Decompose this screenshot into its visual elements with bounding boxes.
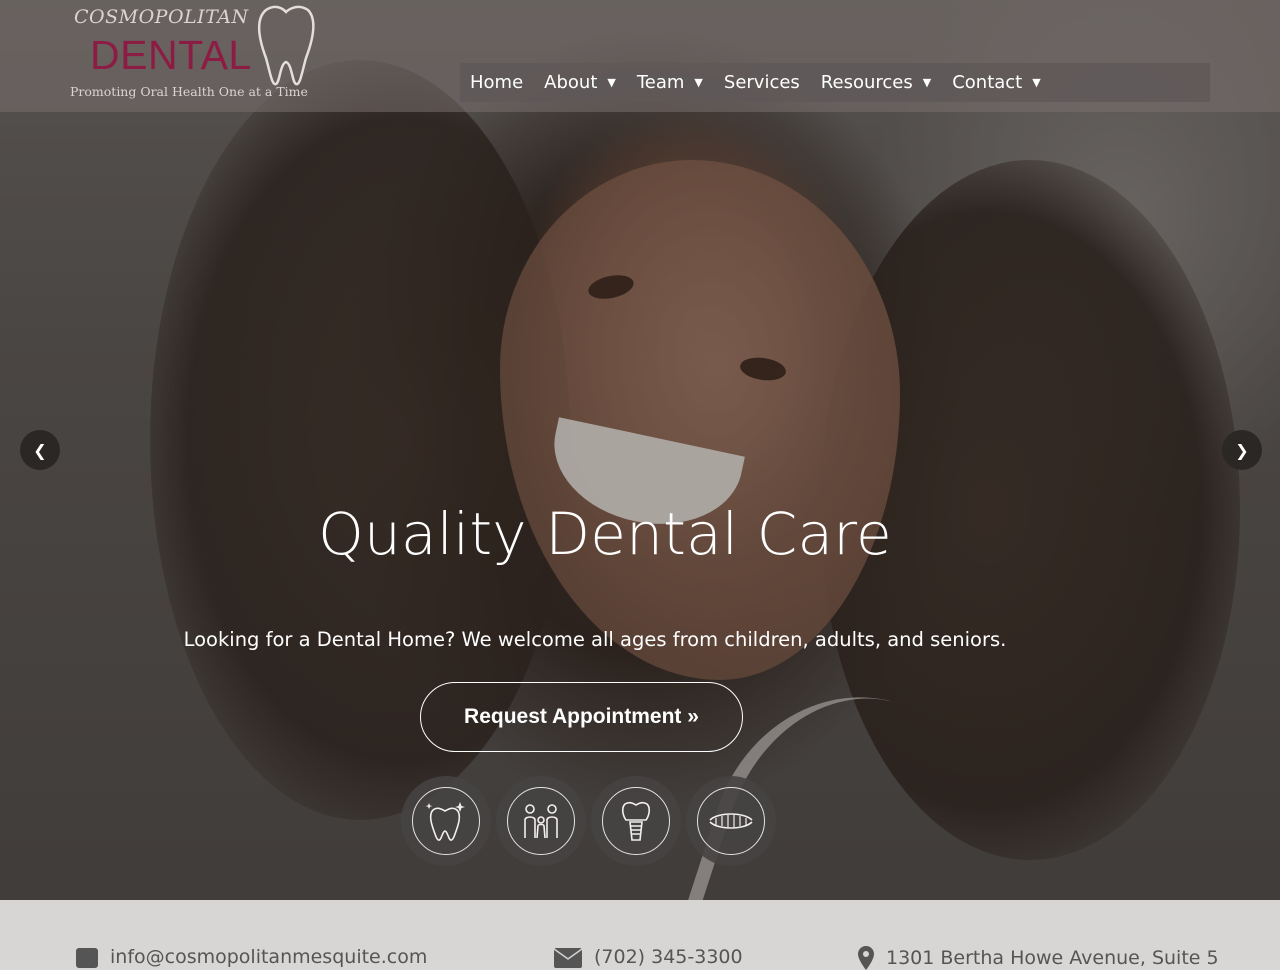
nav-item-resources[interactable]: Resources ▼ <box>821 72 931 93</box>
chevron-left-icon: ❮ <box>33 440 47 460</box>
contact-phone-text: (702) 345-3300 <box>594 946 743 968</box>
hero-subtitle: Looking for a Dental Home? We welcome al… <box>183 628 1007 651</box>
sparkling-tooth-icon <box>425 802 465 841</box>
contact-email[interactable]: info@cosmopolitanmesquite.com <box>76 946 427 968</box>
dentures-link[interactable] <box>686 776 776 866</box>
nav-item-services[interactable]: Services <box>724 72 800 93</box>
nav-item-label: Team <box>636 72 685 93</box>
family-icon <box>524 804 558 839</box>
nav-item-label: Resources <box>820 72 913 93</box>
nav-item-team[interactable]: Team ▼ <box>637 72 703 93</box>
dentures-icon <box>709 813 753 829</box>
nav-item-label: About <box>544 72 598 93</box>
hero-slider <box>0 0 1280 900</box>
nav-item-home[interactable]: Home <box>470 72 523 93</box>
nav-item-label: Contact <box>952 72 1023 93</box>
chevron-right-icon: ❯ <box>1235 440 1249 460</box>
dental-implants-link[interactable] <box>591 776 681 866</box>
phone-card-icon <box>76 948 98 968</box>
nav-item-label: Home <box>470 72 524 93</box>
nav-item-about[interactable]: About ▼ <box>544 72 616 93</box>
feature-icons <box>401 776 776 866</box>
logo-tagline: Promoting Oral Health One at a Time <box>70 84 308 99</box>
contact-address-text: 1301 Bertha Howe Avenue, Suite 5 <box>886 947 1219 969</box>
map-pin-icon <box>858 946 874 970</box>
cosmetic-dentistry-link[interactable] <box>401 776 491 866</box>
main-navigation: Home About ▼ Team ▼ Services Resources ▼… <box>460 63 1210 102</box>
hero-headline: Quality Dental Care <box>318 500 892 568</box>
logo-name-top: COSMOPOLITAN <box>74 6 249 28</box>
logo-name-main: DENTAL <box>90 32 252 78</box>
envelope-icon <box>554 948 582 968</box>
caret-down-icon: ▼ <box>922 76 932 89</box>
slider-prev-button[interactable]: ❮ <box>20 430 60 470</box>
family-dentistry-link[interactable] <box>496 776 586 866</box>
caret-down-icon: ▼ <box>694 76 703 89</box>
contact-address[interactable]: 1301 Bertha Howe Avenue, Suite 5 <box>858 946 1219 970</box>
slider-next-button[interactable]: ❯ <box>1222 430 1262 470</box>
site-logo[interactable]: COSMOPOLITAN DENTAL Promoting Oral Healt… <box>68 2 318 106</box>
caret-down-icon: ▼ <box>1032 76 1041 89</box>
tooth-logo-icon <box>257 5 315 86</box>
contact-phone[interactable]: (702) 345-3300 <box>554 946 743 968</box>
hero-overlay <box>0 0 1280 900</box>
contact-email-text: info@cosmopolitanmesquite.com <box>110 946 428 968</box>
site-header: COSMOPOLITAN DENTAL Promoting Oral Healt… <box>0 0 1280 112</box>
nav-item-label: Services <box>723 72 800 93</box>
dental-implant-icon <box>621 801 651 841</box>
request-appointment-button[interactable]: Request Appointment » <box>420 682 743 752</box>
caret-down-icon: ▼ <box>607 76 616 89</box>
nav-item-contact[interactable]: Contact ▼ <box>952 72 1041 93</box>
